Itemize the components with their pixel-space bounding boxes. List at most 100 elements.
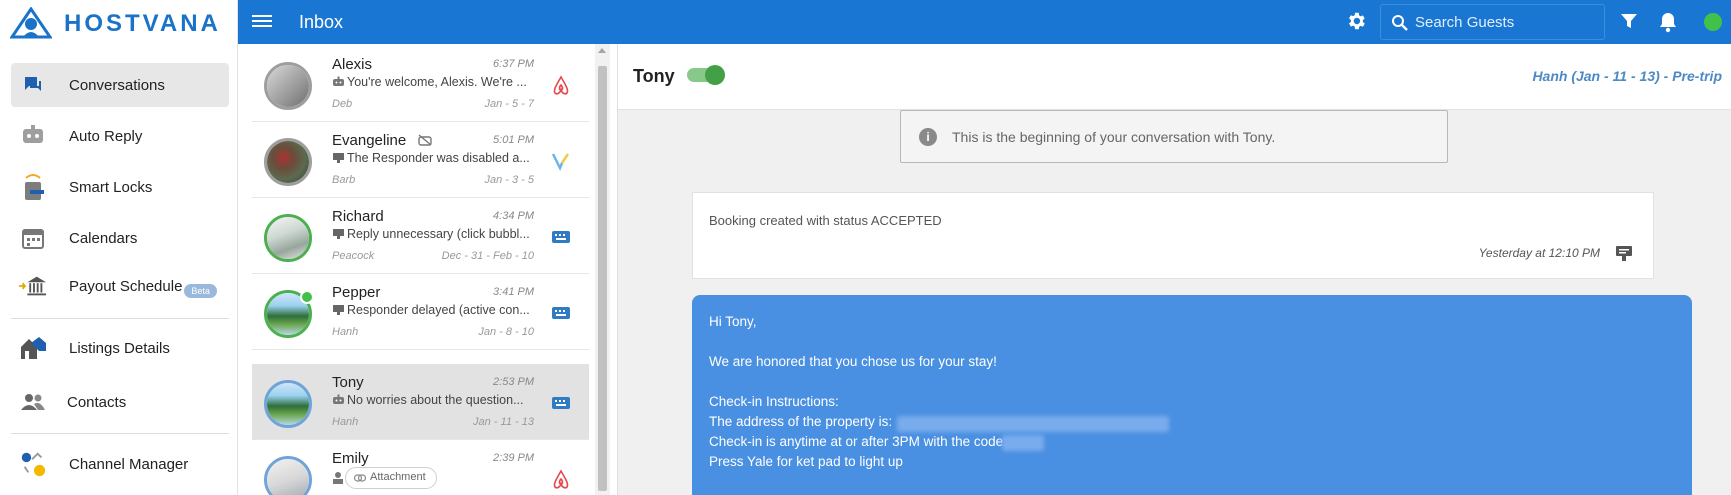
bank-icon — [19, 272, 47, 300]
responder-icon — [333, 229, 344, 239]
sidebar-item-label: Smart Locks — [69, 178, 153, 196]
smart-lock-icon — [19, 173, 47, 201]
keyboard-icon — [550, 392, 572, 414]
online-indicator — [300, 290, 314, 304]
conversation-start-text: This is the beginning of your conversati… — [952, 129, 1276, 145]
attachment-label: Attachment — [370, 471, 426, 483]
search-input[interactable] — [1415, 13, 1595, 31]
message-line: Check-in Instructions: — [709, 394, 839, 409]
system-message-time: Yesterday at 12:10 PM — [1478, 246, 1600, 260]
conversation-start-notice: i This is the beginning of your conversa… — [900, 110, 1448, 163]
filter-icon[interactable] — [1620, 12, 1638, 30]
airbnb-icon — [550, 468, 572, 490]
menu-icon[interactable] — [252, 12, 272, 32]
brand-logo[interactable]: HOSTVANA — [10, 6, 221, 42]
search-icon — [1392, 15, 1408, 31]
brand-name: HOSTVANA — [64, 10, 221, 37]
top-app-bar: Inbox — [238, 0, 1731, 44]
conversation-item[interactable]: Emily 2:39 PM Attachment — [252, 440, 589, 495]
sidebar-item-auto-reply[interactable]: Auto Reply — [11, 114, 229, 158]
message-time: 6:37 PM — [493, 58, 534, 70]
message-preview-text: Responder delayed (active con... — [347, 303, 530, 317]
sidebar-item-label: Payout Schedule Beta — [69, 277, 217, 298]
stay-dates: Jan - 11 - 13 — [473, 416, 534, 428]
sidebar-divider — [11, 433, 229, 434]
chat-header: Tony Hanh (Jan - 11 - 13) - Pre-trip — [618, 44, 1731, 110]
sidebar-item-conversations[interactable]: Conversations — [11, 63, 229, 107]
payout-label-text: Payout Schedule — [69, 277, 183, 295]
message-time: 2:53 PM — [493, 376, 534, 388]
message-line: Check-in is anytime at or after 3PM with… — [709, 434, 1007, 449]
sidebar-item-label: Channel Manager — [69, 455, 189, 473]
sidebar-item-smart-locks[interactable]: Smart Locks — [11, 165, 229, 209]
guest-name: Richard — [332, 208, 384, 225]
conversation-item[interactable]: Alexis 6:37 PM You're welcome, Alexis. W… — [252, 46, 589, 122]
conversation-item[interactable]: Evangeline 5:01 PM The Responder was dis… — [252, 122, 589, 198]
channel-manager-icon — [19, 450, 47, 478]
responder-icon — [333, 305, 344, 315]
redacted-address — [897, 416, 1169, 432]
chat-icon — [19, 71, 47, 99]
guest-name-text: Evangeline — [332, 132, 407, 149]
conversation-item[interactable]: Richard 4:34 PM Reply unnecessary (click… — [252, 198, 589, 274]
avatar — [264, 380, 312, 428]
system-message-text: Booking created with status ACCEPTED — [709, 213, 942, 228]
info-icon: i — [919, 128, 937, 146]
conversation-list-scrollbar[interactable] — [595, 44, 610, 495]
host-name: Peacock — [332, 250, 375, 262]
sidebar-item-contacts[interactable]: Contacts — [11, 380, 229, 424]
redacted-code — [1002, 435, 1044, 451]
sidebar-item-channel-manager[interactable]: Channel Manager — [11, 442, 229, 486]
sidebar-item-label: Auto Reply — [69, 127, 143, 145]
toggle-knob — [705, 65, 725, 85]
responder-icon — [333, 153, 344, 163]
message-preview-text: You're welcome, Alexis. We're ... — [347, 75, 527, 89]
avatar — [264, 456, 312, 495]
link-icon — [354, 474, 366, 482]
houses-icon — [19, 334, 47, 362]
outgoing-message-bubble[interactable]: Hi Tony, We are honored that you chose u… — [692, 295, 1692, 495]
sidebar: HOSTVANA Conversations Auto Reply Smart … — [0, 0, 238, 495]
gear-icon[interactable] — [1345, 10, 1367, 32]
message-time: 3:41 PM — [493, 286, 534, 298]
stay-dates: Jan - 5 - 7 — [484, 98, 534, 110]
avatar — [264, 62, 312, 110]
trip-info-link[interactable]: Hanh (Jan - 11 - 13) - Pre-trip — [1532, 68, 1722, 84]
person-icon — [333, 472, 343, 484]
avatar — [264, 138, 312, 186]
hostvana-logo-icon — [10, 7, 52, 39]
online-status-indicator[interactable] — [1704, 13, 1722, 31]
page-title: Inbox — [299, 12, 344, 32]
guest-name: Emily — [332, 450, 369, 467]
search-box[interactable] — [1380, 4, 1605, 40]
guest-name: Alexis — [332, 56, 373, 73]
vrbo-icon — [550, 150, 572, 172]
sidebar-item-calendars[interactable]: Calendars — [11, 216, 229, 260]
sidebar-item-label: Listings Details — [69, 339, 170, 357]
bell-icon[interactable] — [1658, 11, 1678, 33]
host-name: Hanh — [332, 326, 359, 338]
message-preview-text: Reply unnecessary (click bubbl... — [347, 227, 530, 241]
stay-dates: Jan - 3 - 5 — [484, 174, 534, 186]
message-line: Press Yale for ket pad to light up — [709, 454, 903, 469]
scroll-up-arrow-icon[interactable] — [598, 48, 606, 53]
scrollbar-thumb[interactable] — [598, 66, 607, 491]
message-line: Hi Tony, — [709, 314, 757, 329]
robot-icon — [333, 394, 344, 404]
beta-badge: Beta — [184, 283, 217, 298]
host-name: Hanh — [332, 416, 359, 428]
message-line: The address of the property is: — [709, 414, 893, 429]
sidebar-item-payout-schedule[interactable]: Payout Schedule Beta — [11, 264, 229, 308]
robot-off-icon — [418, 134, 433, 146]
message-preview: Responder delayed (active con... — [332, 303, 537, 317]
airbnb-icon — [550, 74, 572, 96]
auto-responder-toggle[interactable] — [687, 65, 725, 85]
conversation-item[interactable]: Pepper 3:41 PM Responder delayed (active… — [252, 274, 589, 350]
keyboard-icon — [550, 226, 572, 248]
sidebar-divider — [11, 318, 229, 319]
conversation-item-selected[interactable]: Tony 2:53 PM No worries about the questi… — [252, 364, 589, 440]
message-preview-text: The Responder was disabled a... — [347, 151, 530, 165]
attachment-chip[interactable]: Attachment — [345, 467, 437, 489]
sidebar-item-listings-details[interactable]: Listings Details — [11, 326, 229, 370]
message-preview-text: No worries about the question... — [347, 393, 524, 407]
